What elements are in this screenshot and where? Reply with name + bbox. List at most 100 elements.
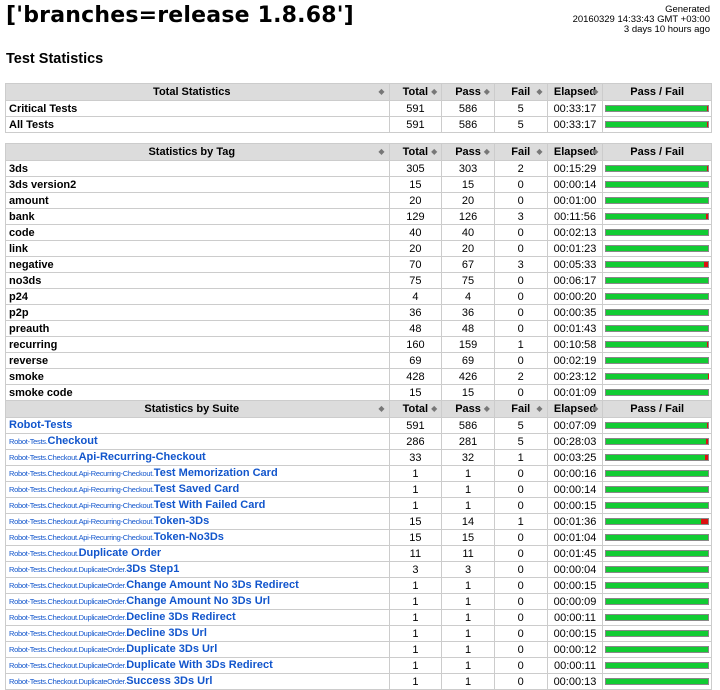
column-header-pass[interactable]: Pass◆ (442, 144, 495, 161)
suite-parent-path[interactable]: Robot-Tests.Checkout.DuplicateOrder. (9, 597, 126, 606)
pass-fail-bar[interactable] (605, 614, 709, 621)
suite-link[interactable]: Decline 3Ds Url (126, 627, 207, 639)
stat-name[interactable]: bank (6, 209, 390, 225)
sort-icon[interactable]: ◆ (484, 85, 490, 99)
sort-icon[interactable]: ◆ (484, 402, 490, 416)
column-header-pass[interactable]: Pass◆ (442, 84, 495, 101)
suite-link[interactable]: Token-No3Ds (154, 531, 224, 543)
suite-parent-path[interactable]: Robot-Tests.Checkout.DuplicateOrder. (9, 661, 126, 670)
stat-name[interactable]: recurring (6, 337, 390, 353)
column-header-fail[interactable]: Fail◆ (494, 144, 547, 161)
sort-icon[interactable]: ◆ (536, 402, 542, 416)
pass-fail-bar[interactable] (605, 454, 709, 461)
sort-icon[interactable]: ◆ (484, 145, 490, 159)
column-header-name[interactable]: Statistics by Suite◆ (6, 401, 390, 418)
pass-fail-bar[interactable] (605, 422, 709, 429)
pass-fail-bar[interactable] (605, 105, 709, 112)
column-header-name[interactable]: Total Statistics◆ (6, 84, 390, 101)
suite-link[interactable]: Test Memorization Card (154, 467, 278, 479)
sort-icon[interactable]: ◆ (592, 85, 598, 99)
sort-icon[interactable]: ◆ (431, 145, 437, 159)
stat-name[interactable]: link (6, 241, 390, 257)
pass-fail-bar[interactable] (605, 293, 709, 300)
suite-parent-path[interactable]: Robot-Tests.Checkout.DuplicateOrder. (9, 677, 126, 686)
column-header-fail[interactable]: Fail◆ (494, 84, 547, 101)
suite-link[interactable]: Change Amount No 3Ds Redirect (126, 579, 299, 591)
pass-fail-bar[interactable] (605, 229, 709, 236)
suite-link[interactable]: Change Amount No 3Ds Url (126, 595, 270, 607)
pass-fail-bar[interactable] (605, 389, 709, 396)
column-header-elapsed[interactable]: Elapsed◆ (547, 401, 603, 418)
stat-name[interactable]: All Tests (6, 117, 390, 133)
column-header-total[interactable]: Total◆ (389, 84, 442, 101)
pass-fail-bar[interactable] (605, 470, 709, 477)
suite-link[interactable]: Test With Failed Card (154, 499, 266, 511)
pass-fail-bar[interactable] (605, 582, 709, 589)
sort-icon[interactable]: ◆ (378, 85, 384, 99)
suite-parent-path[interactable]: Robot-Tests.Checkout. (9, 453, 79, 462)
stat-name[interactable]: reverse (6, 353, 390, 369)
pass-fail-bar[interactable] (605, 261, 709, 268)
stat-name[interactable]: no3ds (6, 273, 390, 289)
suite-parent-path[interactable]: Robot-Tests. (9, 437, 48, 446)
pass-fail-bar[interactable] (605, 341, 709, 348)
column-header-total[interactable]: Total◆ (389, 144, 442, 161)
suite-link[interactable]: Duplicate Order (79, 547, 162, 559)
suite-parent-path[interactable]: Robot-Tests.Checkout.DuplicateOrder. (9, 629, 126, 638)
stat-name[interactable]: p2p (6, 305, 390, 321)
pass-fail-bar[interactable] (605, 678, 709, 685)
column-header-name[interactable]: Statistics by Tag◆ (6, 144, 390, 161)
column-header-fail[interactable]: Fail◆ (494, 401, 547, 418)
pass-fail-bar[interactable] (605, 518, 709, 525)
suite-parent-path[interactable]: Robot-Tests.Checkout.DuplicateOrder. (9, 645, 126, 654)
pass-fail-bar[interactable] (605, 213, 709, 220)
suite-parent-path[interactable]: Robot-Tests.Checkout.Api-Recurring-Check… (9, 501, 154, 510)
sort-icon[interactable]: ◆ (592, 145, 598, 159)
sort-icon[interactable]: ◆ (592, 402, 598, 416)
pass-fail-bar[interactable] (605, 502, 709, 509)
pass-fail-bar[interactable] (605, 357, 709, 364)
pass-fail-bar[interactable] (605, 566, 709, 573)
column-header-elapsed[interactable]: Elapsed◆ (547, 84, 603, 101)
pass-fail-bar[interactable] (605, 197, 709, 204)
suite-link[interactable]: Duplicate With 3Ds Redirect (126, 659, 273, 671)
suite-link[interactable]: Api-Recurring-Checkout (79, 451, 206, 463)
pass-fail-bar[interactable] (605, 121, 709, 128)
suite-link[interactable]: Duplicate 3Ds Url (126, 643, 217, 655)
pass-fail-bar[interactable] (605, 438, 709, 445)
pass-fail-bar[interactable] (605, 181, 709, 188)
suite-parent-path[interactable]: Robot-Tests.Checkout.Api-Recurring-Check… (9, 533, 154, 542)
suite-parent-path[interactable]: Robot-Tests.Checkout.DuplicateOrder. (9, 581, 126, 590)
column-header-pass[interactable]: Pass◆ (442, 401, 495, 418)
pass-fail-bar[interactable] (605, 245, 709, 252)
pass-fail-bar[interactable] (605, 165, 709, 172)
sort-icon[interactable]: ◆ (536, 85, 542, 99)
stat-name[interactable]: 3ds version2 (6, 177, 390, 193)
pass-fail-bar[interactable] (605, 277, 709, 284)
suite-parent-path[interactable]: Robot-Tests.Checkout.Api-Recurring-Check… (9, 469, 154, 478)
suite-link[interactable]: Decline 3Ds Redirect (126, 611, 235, 623)
suite-link[interactable]: Robot-Tests (9, 419, 72, 431)
suite-parent-path[interactable]: Robot-Tests.Checkout.Api-Recurring-Check… (9, 485, 154, 494)
suite-parent-path[interactable]: Robot-Tests.Checkout. (9, 549, 79, 558)
sort-icon[interactable]: ◆ (431, 85, 437, 99)
suite-link[interactable]: Test Saved Card (154, 483, 239, 495)
suite-parent-path[interactable]: Robot-Tests.Checkout.DuplicateOrder. (9, 565, 126, 574)
suite-parent-path[interactable]: Robot-Tests.Checkout.Api-Recurring-Check… (9, 517, 154, 526)
stat-name[interactable]: p24 (6, 289, 390, 305)
stat-name[interactable]: smoke (6, 369, 390, 385)
sort-icon[interactable]: ◆ (536, 145, 542, 159)
pass-fail-bar[interactable] (605, 646, 709, 653)
stat-name[interactable]: preauth (6, 321, 390, 337)
stat-name[interactable]: smoke code (6, 385, 390, 401)
stat-name[interactable]: negative (6, 257, 390, 273)
sort-icon[interactable]: ◆ (378, 402, 384, 416)
stat-name[interactable]: 3ds (6, 161, 390, 177)
stat-name[interactable]: Critical Tests (6, 101, 390, 117)
suite-parent-path[interactable]: Robot-Tests.Checkout.DuplicateOrder. (9, 613, 126, 622)
pass-fail-bar[interactable] (605, 630, 709, 637)
suite-link[interactable]: 3Ds Step1 (126, 563, 179, 575)
pass-fail-bar[interactable] (605, 550, 709, 557)
pass-fail-bar[interactable] (605, 373, 709, 380)
suite-link[interactable]: Token-3Ds (154, 515, 209, 527)
